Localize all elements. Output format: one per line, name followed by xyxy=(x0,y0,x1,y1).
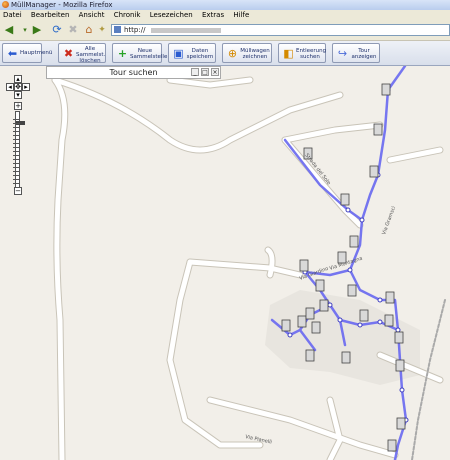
draw-truck-label: Müllwagen zeichnen xyxy=(240,48,270,60)
pan-center-icon[interactable]: ✥ xyxy=(14,83,22,91)
delete-icon: ✖ xyxy=(63,47,74,60)
minimize-icon[interactable]: _ xyxy=(191,68,199,76)
map-canvas: Strada del Sole Via Pianelli Via Giardin… xyxy=(51,66,446,460)
navigation-toolbar: ◀ ▾ ▶ ⟳ ✖ ⌂ ✦ http:// xyxy=(0,20,450,41)
close-icon[interactable]: × xyxy=(211,68,219,76)
app-toolbar: ⬅ Hauptmenü ✖ Alle Sammelst. löschen + N… xyxy=(0,41,450,66)
site-favicon xyxy=(114,26,121,33)
save-data-button[interactable]: ▣ Daten speichern xyxy=(168,43,216,63)
maximize-icon[interactable]: □ xyxy=(201,68,209,76)
forward-icon[interactable]: ▶ xyxy=(30,24,44,36)
menu-datei[interactable]: Datei xyxy=(3,11,22,19)
home-page-icon[interactable]: ⌂ xyxy=(82,24,96,36)
search-emptying-label: Entleerung suchen xyxy=(296,48,327,60)
zoom-ticks xyxy=(13,119,20,185)
delete-all-button[interactable]: ✖ Alle Sammelst. löschen xyxy=(58,43,106,64)
menu-bearbeiten[interactable]: Bearbeiten xyxy=(31,11,69,19)
route-icon: ↪ xyxy=(337,47,348,60)
window-title: MüllManager - Mozilla Firefox xyxy=(11,1,113,9)
pan-up-icon[interactable]: ▴ xyxy=(14,75,22,83)
show-tour-button[interactable]: ↪ Tour anzeigen xyxy=(332,43,380,63)
pan-down-icon[interactable]: ▾ xyxy=(14,91,22,99)
back-icon[interactable]: ◀ xyxy=(2,24,16,36)
new-collection-point-button[interactable]: + Neue Sammelstelle xyxy=(112,43,168,63)
stop-icon[interactable]: ✖ xyxy=(66,24,80,36)
tour-search-title: Tour suchen xyxy=(109,68,158,77)
menu-bar: Datei Bearbeiten Ansicht Chronik Lesezei… xyxy=(0,10,450,20)
bookmark-icon[interactable]: ✦ xyxy=(96,24,108,36)
menu-lesezeichen[interactable]: Lesezeichen xyxy=(150,11,193,19)
menu-hilfe[interactable]: Hilfe xyxy=(233,11,249,19)
menu-chronik[interactable]: Chronik xyxy=(114,11,141,19)
pan-left-icon[interactable]: ◂ xyxy=(6,83,14,91)
url-bar[interactable]: http:// xyxy=(111,24,450,36)
tour-search-panel[interactable]: Tour suchen _ □ × xyxy=(46,66,221,79)
zoom-out-icon[interactable]: − xyxy=(14,187,22,195)
url-text: http:// xyxy=(124,26,146,34)
window-title-bar: MüllManager - Mozilla Firefox xyxy=(0,0,450,10)
main-menu-label: Hauptmenü xyxy=(20,50,53,56)
zoom-in-icon[interactable]: + xyxy=(14,102,22,110)
map-zoom-control: ▴ ◂ ✥ ▸ ▾ + − xyxy=(6,75,30,195)
street-label-4: Via Gramsci xyxy=(381,205,397,235)
menu-ansicht[interactable]: Ansicht xyxy=(79,11,105,19)
home-icon: ⬅ xyxy=(7,47,18,60)
truck-icon: ⊕ xyxy=(227,47,238,60)
search-emptying-button[interactable]: ◧ Entleerung suchen xyxy=(278,43,326,63)
map-view[interactable]: Strada del Sole Via Pianelli Via Giardin… xyxy=(0,66,450,460)
show-tour-label: Tour anzeigen xyxy=(351,48,377,60)
main-menu-button[interactable]: ⬅ Hauptmenü xyxy=(2,43,53,63)
firefox-icon xyxy=(2,1,9,8)
add-icon: + xyxy=(117,47,128,60)
back-dropdown-icon[interactable]: ▾ xyxy=(20,24,30,36)
save-icon: ▣ xyxy=(173,47,184,60)
pan-right-icon[interactable]: ▸ xyxy=(22,83,30,91)
menu-extras[interactable]: Extras xyxy=(202,11,224,19)
delete-all-label: Alle Sammelst. löschen xyxy=(76,46,106,64)
new-collection-point-label: Neue Sammelstelle xyxy=(130,48,168,60)
reload-icon[interactable]: ⟳ xyxy=(50,24,64,36)
url-redacted xyxy=(151,27,222,33)
draw-truck-button[interactable]: ⊕ Müllwagen zeichnen xyxy=(222,43,272,63)
save-data-label: Daten speichern xyxy=(186,48,214,60)
search-icon: ◧ xyxy=(283,47,294,60)
